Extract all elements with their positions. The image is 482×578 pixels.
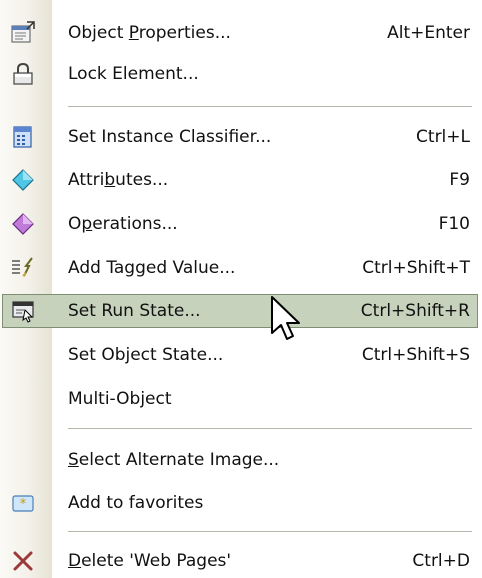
menu-item-set-instance-classifier[interactable]: Set Instance Classifier... Ctrl+L xyxy=(0,118,482,156)
menu-item-add-to-favorites[interactable]: * Add to favorites xyxy=(0,484,482,522)
run-state-icon xyxy=(10,299,36,323)
delete-icon xyxy=(10,549,36,573)
operations-icon xyxy=(10,212,36,236)
menu-separator xyxy=(68,428,472,432)
lock-icon xyxy=(10,62,36,86)
menu-item-shortcut: Alt+Enter xyxy=(387,23,470,43)
menu-item-object-properties[interactable]: Object Properties... Alt+Enter xyxy=(0,14,482,52)
context-menu: Object Properties... Alt+Enter Lock Elem… xyxy=(0,0,482,578)
menu-item-shortcut: F10 xyxy=(438,214,470,234)
menu-item-add-tagged-value[interactable]: Add Tagged Value... Ctrl+Shift+T xyxy=(0,249,482,287)
menu-item-select-alternate-image[interactable]: Select Alternate Image... xyxy=(0,441,482,479)
menu-item-attributes[interactable]: Attributes... F9 xyxy=(0,161,482,199)
menu-item-delete-web-pages[interactable]: Delete 'Web Pages' Ctrl+D xyxy=(0,542,482,578)
tagged-value-icon xyxy=(10,256,36,280)
menu-item-shortcut: Ctrl+D xyxy=(412,551,470,571)
attributes-icon xyxy=(10,168,36,192)
favorites-icon: * xyxy=(10,491,36,515)
menu-item-label: Select Alternate Image... xyxy=(68,450,280,470)
menu-item-label: Multi-Object xyxy=(68,389,172,409)
menu-item-label: Set Instance Classifier... xyxy=(68,127,272,147)
menu-item-lock-element[interactable]: Lock Element... xyxy=(0,55,482,93)
menu-item-label: Delete 'Web Pages' xyxy=(68,551,232,571)
menu-item-label: Add to favorites xyxy=(68,493,204,513)
menu-separator xyxy=(68,106,472,110)
menu-item-label: Operations... xyxy=(68,214,178,234)
menu-item-shortcut: Ctrl+Shift+T xyxy=(362,258,470,278)
menu-item-shortcut: Ctrl+Shift+R xyxy=(360,301,470,321)
object-properties-icon xyxy=(10,21,36,45)
menu-item-set-object-state[interactable]: Set Object State... Ctrl+Shift+S xyxy=(0,336,482,374)
menu-item-shortcut: F9 xyxy=(449,170,470,190)
menu-item-label: Set Run State... xyxy=(68,301,201,321)
menu-item-shortcut: Ctrl+L xyxy=(416,127,470,147)
menu-item-label: Add Tagged Value... xyxy=(68,258,236,278)
menu-item-label: Object Properties... xyxy=(68,23,231,43)
menu-item-multi-object[interactable]: Multi-Object xyxy=(0,380,482,418)
mouse-pointer-icon xyxy=(270,295,306,353)
menu-item-label: Lock Element... xyxy=(68,64,199,84)
svg-text:*: * xyxy=(20,497,27,512)
menu-item-shortcut: Ctrl+Shift+S xyxy=(361,345,470,365)
menu-item-operations[interactable]: Operations... F10 xyxy=(0,205,482,243)
menu-item-label: Set Object State... xyxy=(68,345,224,365)
menu-separator xyxy=(68,531,472,535)
menu-item-label: Attributes... xyxy=(68,170,169,190)
classifier-icon xyxy=(10,125,36,149)
menu-item-set-run-state[interactable]: Set Run State... Ctrl+Shift+R xyxy=(0,292,482,330)
